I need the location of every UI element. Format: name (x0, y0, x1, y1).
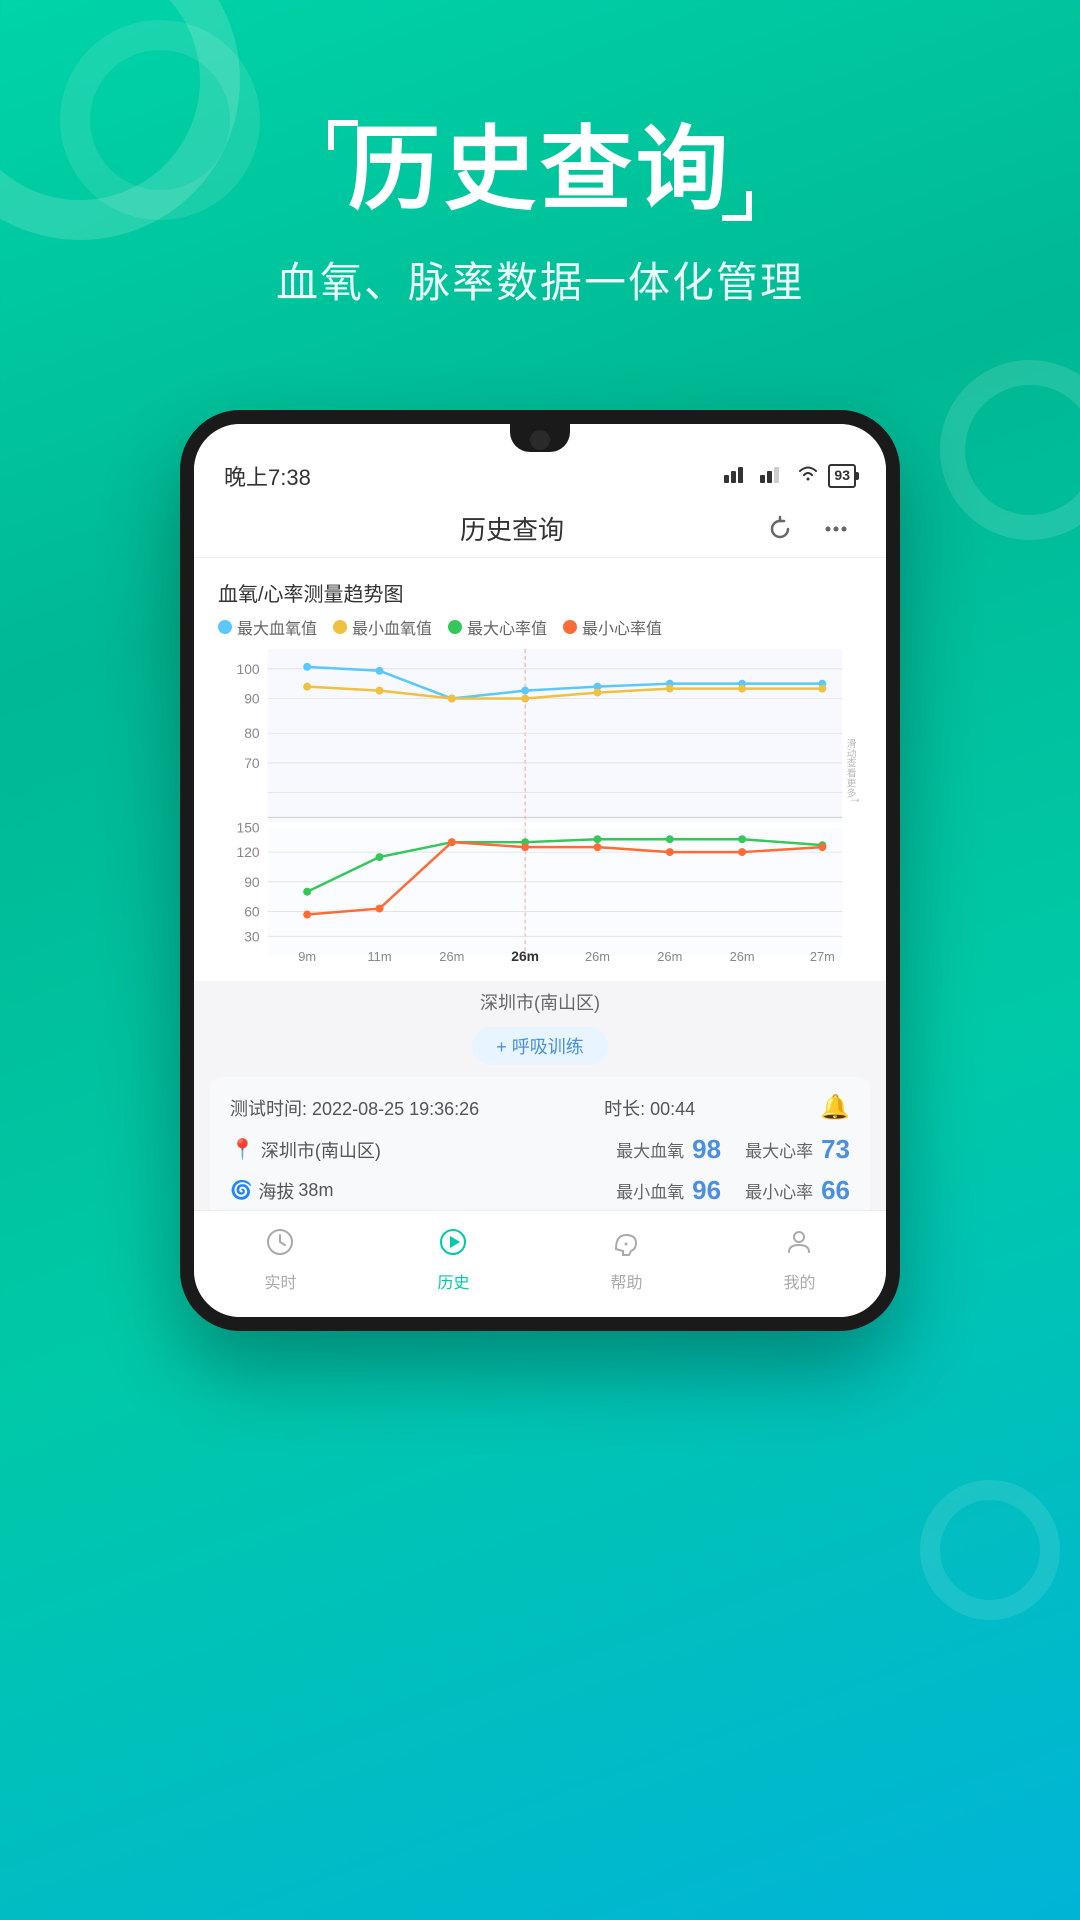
legend-dot-cyan (218, 620, 232, 634)
bell-icon-1: 🔔 (820, 1093, 850, 1122)
record-card-1: 测试时间: 2022-08-25 19:36:26 时长: 00:44 🔔 📍 … (210, 1077, 870, 1232)
tab-mine[interactable]: 我的 (763, 1223, 835, 1297)
more-button[interactable] (816, 515, 856, 543)
realtime-icon (265, 1227, 295, 1264)
bracket-right-icon (722, 191, 752, 221)
legend-min-blood-oxygen: 最小血氧值 (333, 615, 432, 639)
svg-text:→: → (848, 790, 862, 806)
tab-help[interactable]: 帮助 (590, 1223, 662, 1297)
record-1-time: 测试时间: 2022-08-25 19:36:26 (230, 1095, 479, 1121)
history-icon (438, 1227, 468, 1264)
mine-icon (784, 1227, 814, 1264)
signal2-icon (760, 465, 788, 488)
svg-text:26m: 26m (439, 949, 464, 964)
legend-max-heart-rate: 最大心率值 (448, 615, 547, 639)
svg-text:100: 100 (237, 661, 260, 677)
tab-history-label: 历史 (437, 1269, 469, 1293)
svg-text:90: 90 (244, 874, 260, 890)
svg-text:26m: 26m (657, 949, 682, 964)
status-time: 晚上7:38 (224, 460, 311, 492)
refresh-button[interactable] (760, 515, 800, 543)
svg-text:80: 80 (244, 725, 260, 741)
svg-text:150: 150 (237, 819, 260, 835)
altitude-icon: 🌀 (230, 1180, 252, 1201)
svg-text:9m: 9m (298, 949, 316, 964)
record-1-min-metrics: 最小血氧 96 最小心率 66 (616, 1175, 850, 1206)
tab-realtime-label: 实时 (264, 1269, 296, 1293)
breathing-button[interactable]: + 呼吸训练 (472, 1027, 608, 1065)
app-nav-bar: ↺ 历史查询 (194, 500, 886, 558)
svg-text:26m: 26m (511, 948, 539, 964)
phone-camera (530, 430, 550, 450)
tab-mine-label: 我的 (783, 1269, 815, 1293)
record-1-max-metrics: 最大血氧 98 最大心率 73 (616, 1134, 850, 1165)
legend-min-heart-rate: 最小心率值 (563, 615, 662, 639)
app-nav-title: 历史查询 (264, 510, 760, 547)
location-bar: 深圳市(南山区) (194, 981, 886, 1019)
svg-text:26m: 26m (585, 949, 610, 964)
nav-icons-right (760, 515, 856, 543)
legend-dot-green (448, 620, 462, 634)
svg-text:11m: 11m (367, 949, 391, 964)
chart-wrapper: 100 90 80 70 150 120 90 60 30 (218, 649, 862, 971)
svg-text:30: 30 (244, 928, 260, 944)
page-main-title: 历史查询 (348, 120, 732, 221)
header-section: 历史查询 血氧、脉率数据一体化管理 (0, 0, 1080, 350)
phone-container: 晚上7:38 (0, 410, 1080, 1331)
record-1-location-row: 📍 深圳市(南山区) 最大血氧 98 最大心率 73 (230, 1134, 850, 1165)
bg-decoration-4 (920, 1480, 1060, 1620)
tab-help-label: 帮助 (610, 1269, 642, 1293)
phone-frame: 晚上7:38 (180, 410, 900, 1331)
record-1-altitude-row: 🌀 海拔 38m 最小血氧 96 最小心率 66 (230, 1175, 850, 1206)
record-1-duration: 时长: 00:44 (604, 1095, 695, 1121)
tab-history[interactable]: 历史 (417, 1223, 489, 1297)
tab-realtime[interactable]: 实时 (244, 1223, 316, 1297)
chart-title: 血氧/心率测量趋势图 (218, 578, 862, 607)
location-pin-icon: 📍 (230, 1137, 255, 1162)
trend-chart: 100 90 80 70 150 120 90 60 30 (218, 649, 862, 966)
help-icon (611, 1227, 641, 1264)
bracket-left-icon (328, 120, 358, 150)
chart-section: 血氧/心率测量趋势图 最大血氧值 最小血氧值 最大心率值 最小心率值 (194, 558, 886, 981)
breathing-btn-wrapper: + 呼吸训练 (194, 1027, 886, 1065)
legend-dot-yellow (333, 620, 347, 634)
svg-text:27m: 27m (810, 949, 835, 964)
svg-text:90: 90 (244, 691, 260, 707)
signal-icon (724, 465, 752, 488)
bottom-navigation: 实时 历史 帮助 (194, 1210, 886, 1317)
legend-dot-orange (563, 620, 577, 634)
battery-icon: 93 (828, 464, 856, 488)
page-sub-title: 血氧、脉率数据一体化管理 (0, 249, 1080, 310)
wifi-icon (796, 465, 820, 488)
chart-legend: 最大血氧值 最小血氧值 最大心率值 最小心率值 (218, 615, 862, 639)
svg-text:70: 70 (244, 755, 260, 771)
svg-text:120: 120 (237, 844, 260, 860)
status-icons: 93 (724, 464, 856, 488)
record-1-header: 测试时间: 2022-08-25 19:36:26 时长: 00:44 🔔 (230, 1093, 850, 1122)
svg-text:26m: 26m (730, 949, 755, 964)
legend-max-blood-oxygen: 最大血氧值 (218, 615, 317, 639)
svg-text:60: 60 (244, 904, 260, 920)
